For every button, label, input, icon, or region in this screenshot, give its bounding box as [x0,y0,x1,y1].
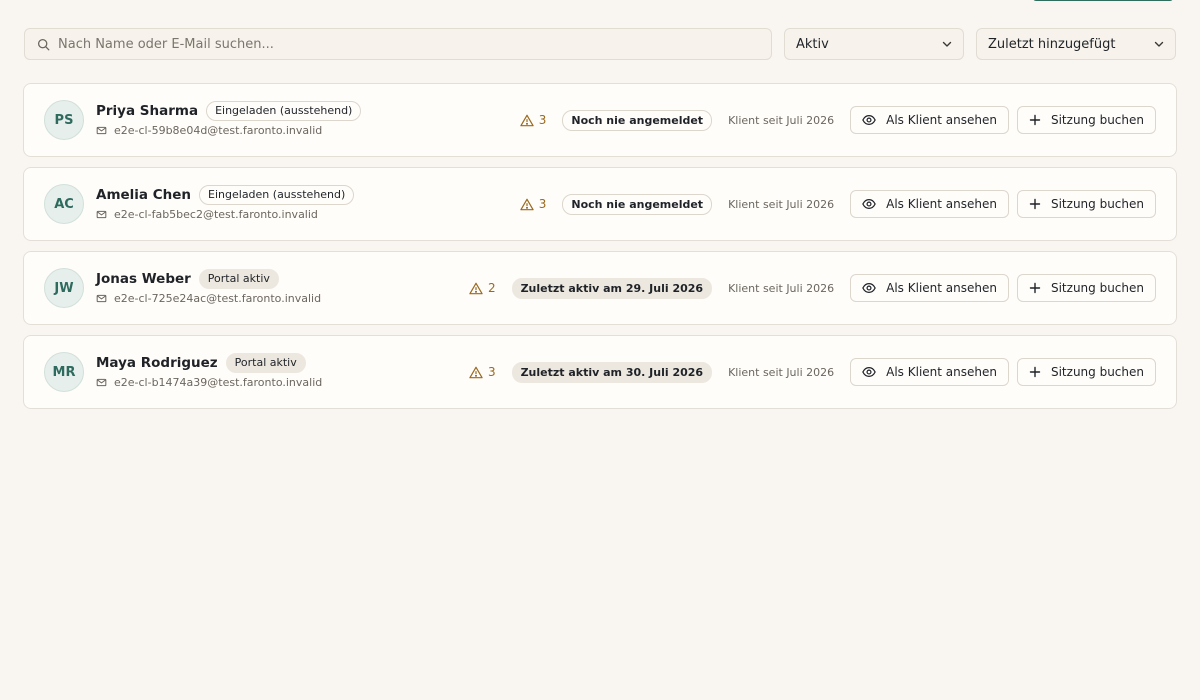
warning-triangle-icon [469,282,483,294]
warning-count: 3 [520,113,547,127]
client-since: Klient seit Juli 2026 [728,281,835,295]
view-as-client-button[interactable]: Als Klient ansehen [850,106,1009,134]
activity-badge: Noch nie angemeldet [562,109,713,131]
client-email: e2e-cl-59b8e04d@test.faronto.invalid [114,124,323,137]
client-email: e2e-cl-b1474a39@test.faronto.invalid [114,376,323,389]
avatar: MR [44,352,84,392]
search-icon [37,38,50,50]
status-filter-select[interactable]: Aktiv [784,28,964,60]
warning-count-value: 3 [487,365,496,379]
book-session-button[interactable]: Sitzung buchen [1016,358,1156,386]
search-input[interactable] [58,36,748,52]
book-session-label: Sitzung buchen [1050,197,1144,211]
warning-count: 3 [520,197,547,211]
view-as-client-button[interactable]: Als Klient ansehen [850,190,1009,218]
plus-icon [1029,114,1041,126]
client-email: e2e-cl-fab5bec2@test.faronto.invalid [114,208,318,221]
portal-status-badge: Portal aktiv [198,269,279,289]
sort-value: Zuletzt hinzugefügt [988,36,1116,52]
eye-icon [862,199,876,209]
view-as-client-button[interactable]: Als Klient ansehen [850,358,1009,386]
book-session-button[interactable]: Sitzung buchen [1016,190,1156,218]
client-info: Amelia Chen Eingeladen (ausstehend) e2e-… [96,184,355,221]
portal-status-badge: Portal aktiv [225,353,306,373]
portal-status-badge: Eingeladen (ausstehend) [199,185,355,205]
chevron-down-icon [1154,41,1164,47]
book-session-label: Sitzung buchen [1050,281,1144,295]
book-session-button[interactable]: Sitzung buchen [1016,106,1156,134]
client-row: PS Priya Sharma Eingeladen (ausstehend) … [23,83,1177,157]
portal-status-badge: Eingeladen (ausstehend) [206,101,362,121]
avatar: JW [44,268,84,308]
client-info: Maya Rodriguez Portal aktiv e2e-cl-b1474… [96,352,322,389]
plus-icon [1029,282,1041,294]
mail-icon [96,294,107,303]
client-name[interactable]: Amelia Chen [96,187,191,203]
book-session-label: Sitzung buchen [1050,365,1144,379]
warning-triangle-icon [469,366,483,378]
chevron-down-icon [942,41,952,47]
client-since: Klient seit Juli 2026 [728,197,835,211]
mail-icon [96,126,107,135]
activity-badge: Zuletzt aktiv am 29. Juli 2026 [511,277,713,299]
client-name[interactable]: Maya Rodriguez [96,355,218,371]
avatar: PS [44,100,84,140]
warning-count-value: 3 [538,113,547,127]
client-name[interactable]: Jonas Weber [96,271,191,287]
eye-icon [862,115,876,125]
mail-icon [96,378,107,387]
view-as-client-label: Als Klient ansehen [886,365,997,379]
clients-page: Aktiv Zuletzt hinzugefügt PS Priya Sharm… [0,0,1200,700]
client-row: AC Amelia Chen Eingeladen (ausstehend) e… [23,167,1177,241]
avatar: AC [44,184,84,224]
view-as-client-label: Als Klient ansehen [886,113,997,127]
client-email: e2e-cl-725e24ac@test.faronto.invalid [114,292,322,305]
plus-icon [1029,366,1041,378]
client-info: Jonas Weber Portal aktiv e2e-cl-725e24ac… [96,268,321,305]
warning-count: 3 [469,365,496,379]
view-as-client-label: Als Klient ansehen [886,281,997,295]
search-box [24,28,772,60]
warning-count: 2 [469,281,496,295]
book-session-label: Sitzung buchen [1050,113,1144,127]
book-session-button[interactable]: Sitzung buchen [1016,274,1156,302]
view-as-client-label: Als Klient ansehen [886,197,997,211]
eye-icon [862,367,876,377]
filter-bar: Aktiv Zuletzt hinzugefügt [24,28,1176,60]
client-row: MR Maya Rodriguez Portal aktiv e2e-cl-b1… [23,335,1177,409]
client-since: Klient seit Juli 2026 [728,365,835,379]
warning-count-value: 2 [487,281,496,295]
mail-icon [96,210,107,219]
sort-select[interactable]: Zuletzt hinzugefügt [976,28,1176,60]
activity-badge: Noch nie angemeldet [562,193,713,215]
client-list: PS Priya Sharma Eingeladen (ausstehend) … [23,83,1177,419]
view-as-client-button[interactable]: Als Klient ansehen [850,274,1009,302]
warning-triangle-icon [520,198,534,210]
client-info: Priya Sharma Eingeladen (ausstehend) e2e… [96,100,362,137]
plus-icon [1029,198,1041,210]
client-since: Klient seit Juli 2026 [728,113,835,127]
eye-icon [862,283,876,293]
client-name[interactable]: Priya Sharma [96,103,198,119]
activity-badge: Zuletzt aktiv am 30. Juli 2026 [511,361,713,383]
warning-count-value: 3 [538,197,547,211]
client-row: JW Jonas Weber Portal aktiv e2e-cl-725e2… [23,251,1177,325]
warning-triangle-icon [520,114,534,126]
primary-button-edge[interactable] [1033,0,1173,1]
status-filter-value: Aktiv [796,36,829,52]
